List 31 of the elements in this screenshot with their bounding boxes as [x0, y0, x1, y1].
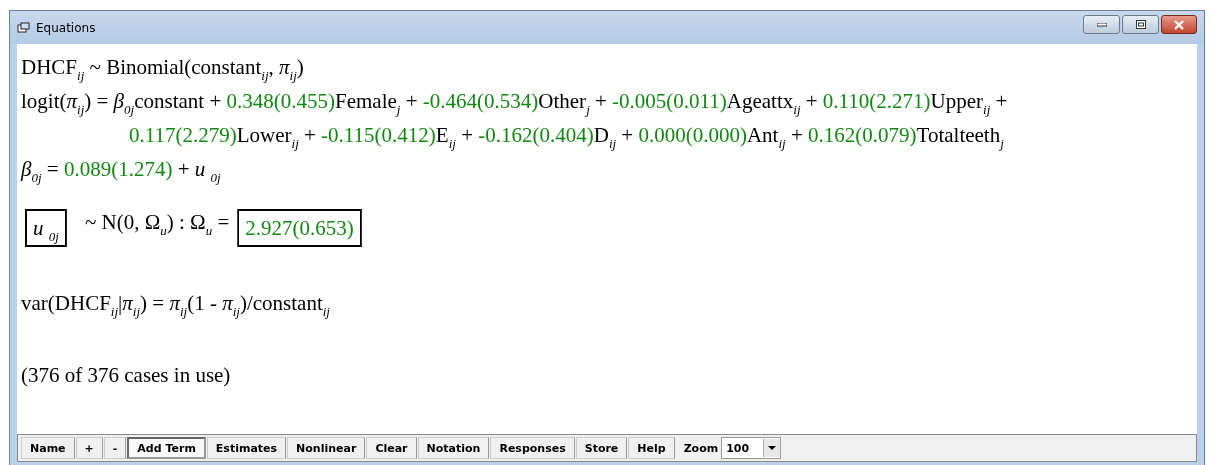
variance-equation: var(DHCF$_{ij}$|π$_{ij}$) = π$_{ij}$(1 - π$_{ij}$)/constant$_{ij}$	[21, 290, 331, 320]
maximize-icon	[1135, 20, 1146, 29]
toolbar-button[interactable]: +	[75, 437, 103, 459]
toolbar-button[interactable]: Store	[575, 437, 628, 459]
toolbar-button[interactable]: Nonlinear	[287, 437, 366, 459]
window-icon	[17, 21, 31, 34]
equation-line: logit(π$_{ij}$) = β$_{0j}$constant + 0.348(0.455)Female$_{j}$ + -0.464(0.534)Other$_{j}$ + -0.005(0.011)Ageattx$_{ij}$ + 0.110(2.271)Upper$_{ij}$ +	[21, 88, 1009, 118]
zoom-label: Zoom	[683, 441, 719, 455]
toolbar-button[interactable]: Name	[21, 437, 75, 459]
toolbar-button[interactable]: Add Term	[127, 437, 206, 459]
minimize-icon	[1096, 22, 1107, 27]
toolbar-button[interactable]: Estimates	[206, 437, 287, 459]
toolbar-button[interactable]: Responses	[490, 437, 575, 459]
close-button[interactable]	[1161, 15, 1197, 34]
minimize-button[interactable]	[1083, 15, 1120, 34]
toolbar-button[interactable]: -	[103, 437, 127, 459]
equation-line: DHCF$_{ij}$ ~ Binomial(constant$_{ij}$, π$_{ij}$)	[21, 54, 305, 84]
toolbar-button[interactable]: Clear	[366, 437, 417, 459]
equation-line: 0.117(2.279)Lower$_{ij}$ + -0.115(0.412)E$_{ij}$ + -0.162(0.404)D$_{ij}$ + 0.000(0.000)Ant$_{ij}$ + 0.162(0.079)Totalteeth$_{j}$	[128, 122, 1005, 152]
caret-icon	[763, 439, 781, 457]
cases-text: (376 of 376 cases in use)	[21, 362, 232, 389]
equation-line: β$_{0j}$ = 0.089(1.274) + u $_{0j}$	[21, 156, 222, 186]
zoom-dropdown[interactable]: 100	[721, 437, 782, 459]
covariance-matrix: 2.927(0.653)	[237, 209, 362, 247]
random-effect-vector: u $_{0j}$	[25, 209, 67, 247]
window-title: Equations	[36, 20, 96, 35]
toolbar-button[interactable]: Notation	[417, 437, 490, 459]
distribution-text: ~ N(0, Ω$_{u}$) : Ω$_{u}$ =	[84, 209, 230, 235]
close-icon	[1173, 19, 1185, 30]
maximize-button[interactable]	[1122, 15, 1159, 34]
toolbar-button[interactable]: Help	[628, 437, 675, 459]
